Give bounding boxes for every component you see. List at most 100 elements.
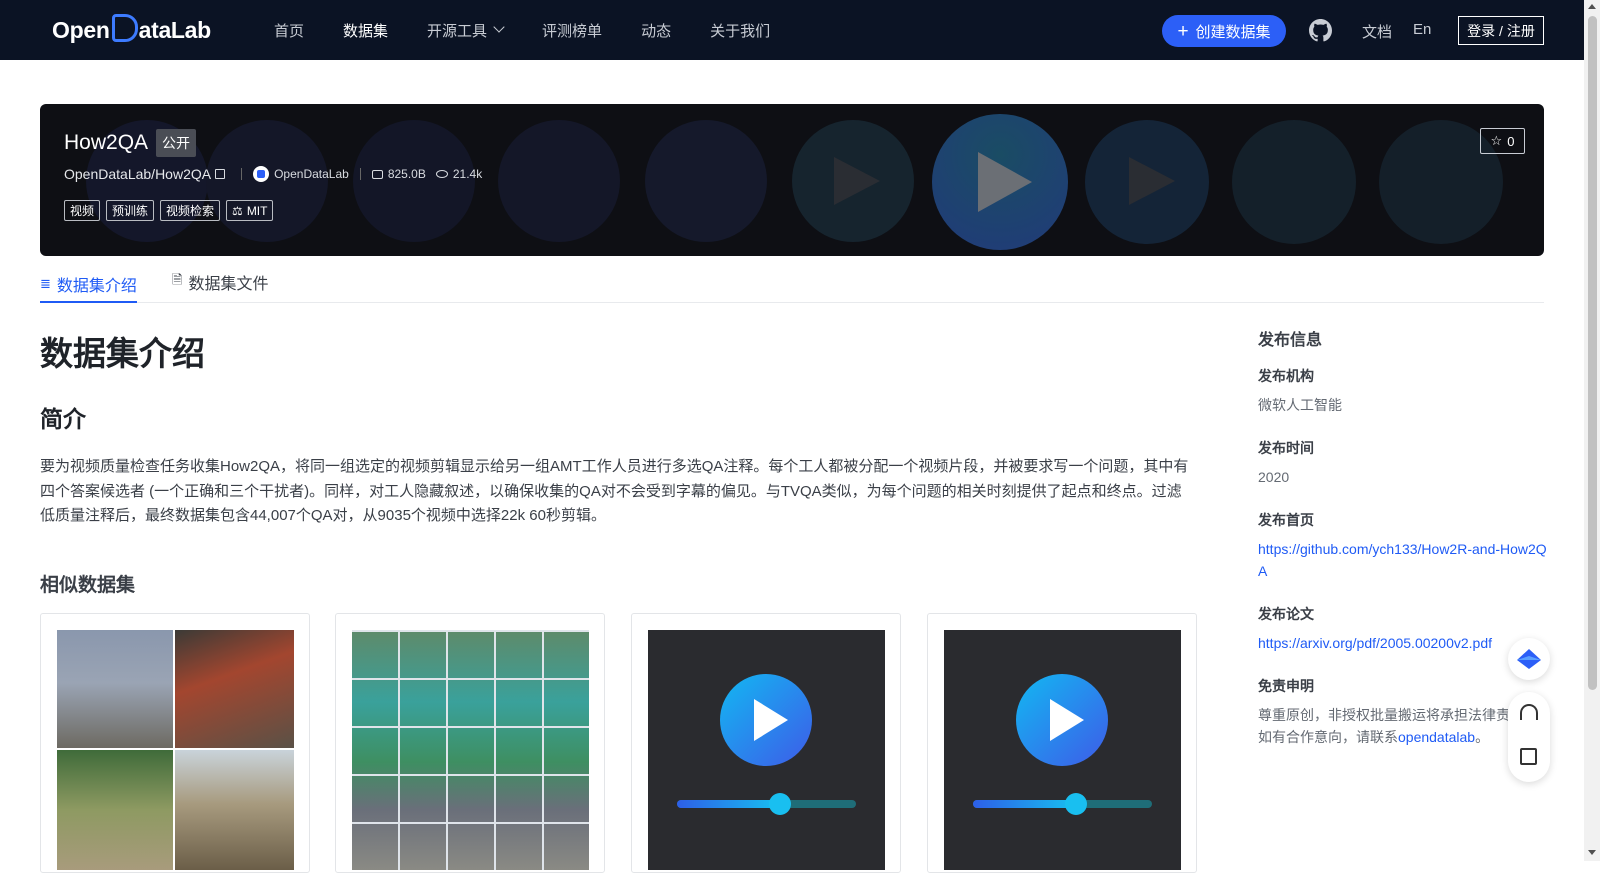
homepage-label: 发布首页 bbox=[1258, 512, 1314, 528]
play-icon bbox=[1050, 699, 1084, 741]
license-label: MIT bbox=[246, 203, 268, 218]
dataset-size: 825.0B bbox=[387, 167, 426, 181]
play-button-icon bbox=[720, 674, 812, 766]
dataset-meta: OpenDataLab/How2QA OpenDataLab 825.0B 21… bbox=[64, 166, 482, 182]
star-count: 0 bbox=[1507, 133, 1515, 149]
logo-mark-icon bbox=[111, 14, 138, 42]
org-name[interactable]: OpenDataLab bbox=[274, 167, 349, 181]
edit-note-icon[interactable] bbox=[1520, 748, 1537, 765]
tag-video-retrieval[interactable]: 视频检索 bbox=[160, 200, 221, 221]
tag-video[interactable]: 视频 bbox=[64, 200, 101, 221]
dataset-thumbnail bbox=[352, 630, 589, 870]
docs-link[interactable]: 文档 bbox=[1362, 21, 1392, 42]
nav-item-leaderboard[interactable]: 评测榜单 bbox=[542, 20, 602, 41]
nav-item-news[interactable]: 动态 bbox=[641, 20, 671, 41]
dataset-title: How2QA bbox=[64, 131, 149, 154]
tab-dataset-files[interactable]: 🗎 数据集文件 bbox=[172, 269, 268, 295]
tab-dataset-files-label: 数据集文件 bbox=[188, 276, 269, 293]
play-icon bbox=[834, 157, 880, 205]
chevron-down-icon bbox=[493, 21, 505, 33]
dataset-banner: How2QA 公开 OpenDataLab/How2QA OpenDataLab… bbox=[40, 104, 1544, 256]
banner-decor-circle bbox=[1232, 120, 1356, 244]
org-label: 发布机构 bbox=[1258, 368, 1314, 384]
play-button-icon bbox=[1016, 674, 1108, 766]
headset-icon[interactable] bbox=[1520, 704, 1538, 720]
play-icon bbox=[1129, 157, 1175, 205]
progress-fill bbox=[677, 800, 783, 808]
divider bbox=[241, 168, 243, 180]
dataset-thumbnail bbox=[648, 630, 885, 870]
star-button[interactable]: ☆ 0 bbox=[1480, 128, 1525, 154]
copy-icon[interactable] bbox=[215, 169, 226, 179]
similar-dataset-card[interactable] bbox=[631, 613, 901, 873]
similar-dataset-card[interactable] bbox=[927, 613, 1197, 873]
thumb-cell bbox=[175, 750, 294, 870]
dataset-thumbnail bbox=[944, 630, 1181, 870]
nav-item-tools-label: 开源工具 bbox=[427, 22, 488, 40]
github-icon[interactable] bbox=[1309, 19, 1332, 42]
time-label: 发布时间 bbox=[1258, 440, 1314, 456]
org-value: 微软人工智能 bbox=[1258, 397, 1342, 413]
play-icon bbox=[978, 152, 1032, 212]
org-avatar-icon bbox=[253, 166, 270, 182]
file-icon: 🗎 bbox=[172, 272, 183, 287]
plus-icon: + bbox=[1177, 20, 1189, 42]
disclaimer-label: 免责申明 bbox=[1258, 678, 1314, 694]
banner-play-circle-main bbox=[932, 114, 1068, 250]
divider bbox=[359, 168, 361, 180]
nav-item-home[interactable]: 首页 bbox=[274, 20, 304, 41]
scroll-up-arrow-icon[interactable] bbox=[1588, 4, 1596, 9]
send-icon bbox=[1517, 649, 1541, 669]
time-value: 2020 bbox=[1258, 469, 1290, 485]
page-title: 数据集介绍 bbox=[40, 335, 205, 372]
progress-knob bbox=[1065, 793, 1087, 815]
language-switch[interactable]: En bbox=[1413, 21, 1431, 38]
eye-icon bbox=[435, 170, 448, 178]
feedback-float-button[interactable] bbox=[1508, 638, 1550, 680]
similar-dataset-card[interactable] bbox=[40, 613, 310, 873]
play-icon bbox=[754, 699, 788, 741]
scroll-down-arrow-icon[interactable] bbox=[1588, 850, 1596, 855]
paper-link[interactable]: https://arxiv.org/pdf/2005.00200v2.pdf bbox=[1258, 632, 1548, 654]
disclaimer-contact: 如有合作意向，请联系opendatalab。 bbox=[1258, 726, 1508, 748]
disclaimer-line: 尊重原创，非授权批量搬运将承担法律责任 bbox=[1258, 707, 1508, 723]
disclaimer-text: 尊重原创，非授权批量搬运将承担法律责任 如有合作意向，请联系opendatala… bbox=[1258, 704, 1508, 748]
banner-decor-circle bbox=[498, 120, 620, 242]
banner-play-circle bbox=[1085, 120, 1209, 244]
tab-dataset-intro-label: 数据集介绍 bbox=[56, 278, 137, 295]
section-title: 简介 bbox=[40, 406, 86, 432]
visibility-badge: 公开 bbox=[156, 129, 197, 157]
login-button[interactable]: 登录 / 注册 bbox=[1458, 16, 1544, 45]
sidebar-heading: 发布信息 bbox=[1258, 332, 1323, 349]
paper-label: 发布论文 bbox=[1258, 606, 1314, 622]
nav-item-datasets[interactable]: 数据集 bbox=[343, 20, 388, 41]
scrollbar-thumb[interactable] bbox=[1588, 16, 1597, 690]
tab-dataset-intro[interactable]: ≣ 数据集介绍 bbox=[40, 257, 137, 303]
disclaimer-contact-text: 如有合作意向，请联系 bbox=[1258, 729, 1398, 745]
nav-item-about[interactable]: 关于我们 bbox=[710, 20, 770, 41]
license-tag[interactable]: ⚖ MIT bbox=[226, 200, 274, 221]
homepage-link[interactable]: https://github.com/ych133/How2R-and-How2… bbox=[1258, 538, 1548, 582]
progress-knob bbox=[769, 793, 791, 815]
intro-text: 要为视频质量检查任务收集How2QA，将同一组选定的视频剪辑显示给另一组AMT工… bbox=[40, 458, 1189, 524]
publish-info-sidebar: 发布信息 发布机构 微软人工智能 发布时间 2020 发布首页 https://… bbox=[1258, 326, 1548, 748]
help-float-panel bbox=[1508, 692, 1550, 782]
contact-link[interactable]: opendatalab bbox=[1398, 729, 1475, 745]
similar-datasets-title: 相似数据集 bbox=[40, 575, 136, 596]
logo[interactable]: Open ataLab bbox=[52, 14, 211, 46]
create-dataset-button[interactable]: + 创建数据集 bbox=[1162, 15, 1286, 47]
scale-icon: ⚖ bbox=[232, 203, 243, 218]
similar-dataset-card[interactable] bbox=[335, 613, 605, 873]
star-icon: ☆ bbox=[1490, 133, 1503, 148]
create-dataset-label: 创建数据集 bbox=[1195, 23, 1271, 41]
tag-pretrain[interactable]: 预训练 bbox=[106, 200, 155, 221]
dataset-tabs: ≣ 数据集介绍 🗎 数据集文件 bbox=[40, 257, 1544, 303]
banner-decor-circle bbox=[645, 120, 767, 242]
thumb-cell bbox=[175, 630, 294, 748]
dataset-path: OpenDataLab/How2QA bbox=[64, 166, 212, 182]
view-count: 21.4k bbox=[452, 167, 483, 181]
disclaimer-end: 。 bbox=[1475, 729, 1490, 745]
tag-list: 视频 预训练 视频检索 ⚖ MIT bbox=[64, 200, 279, 221]
nav-item-tools[interactable]: 开源工具 bbox=[427, 20, 505, 41]
progress-fill bbox=[973, 800, 1079, 808]
